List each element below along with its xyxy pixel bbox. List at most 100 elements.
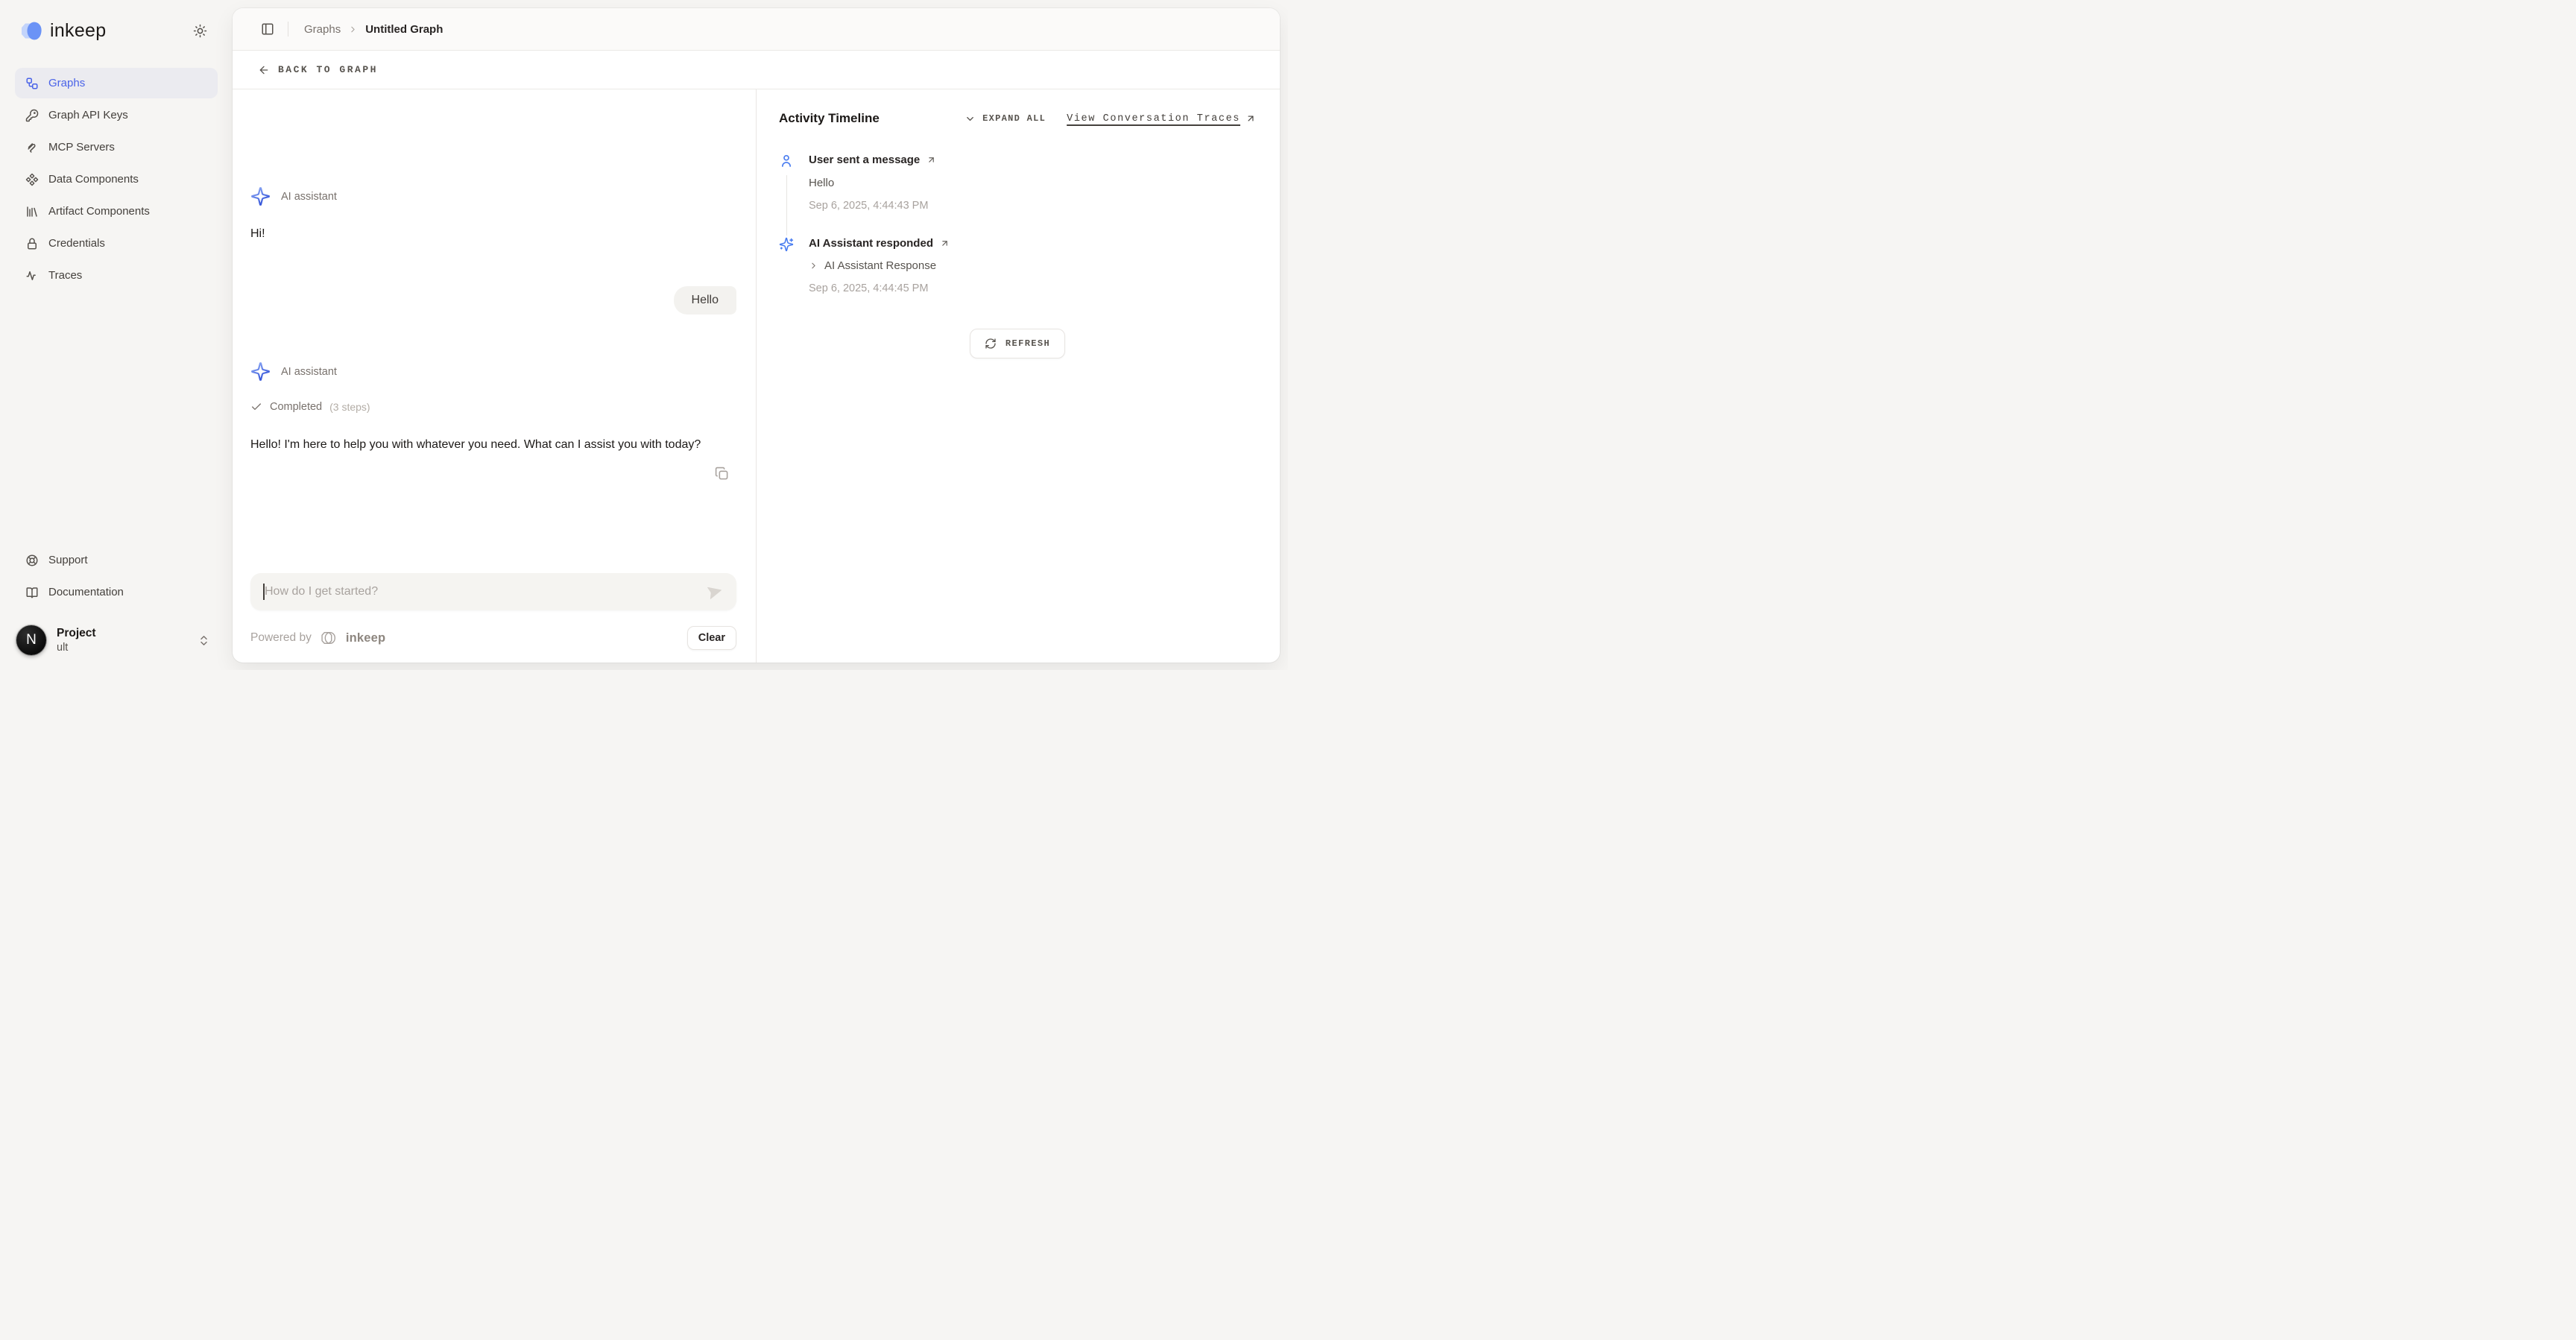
brand-wordmark: inkeep <box>50 20 106 42</box>
component-icon <box>25 173 39 186</box>
inkeep-hex-icon <box>319 630 338 646</box>
sidebar: inkeep Graphs Graph API Keys MCP Servers <box>0 0 233 670</box>
refresh-button[interactable]: REFRESH <box>970 329 1065 358</box>
arrow-up-right-icon <box>926 155 936 165</box>
send-icon <box>705 582 725 602</box>
sidebar-item-label: MCP Servers <box>48 141 115 154</box>
chevron-right-icon <box>348 25 358 34</box>
mcp-icon <box>25 141 39 154</box>
entry-body-text: Hello <box>809 177 1256 189</box>
inkeep-logo-icon <box>19 20 43 42</box>
sidebar-item-graphs[interactable]: Graphs <box>15 68 218 98</box>
sidebar-item-traces[interactable]: Traces <box>15 260 218 291</box>
assistant-message-greeting: Hi! <box>250 224 736 244</box>
back-to-graph-label: BACK TO GRAPH <box>278 64 378 75</box>
sidebar-item-label: Traces <box>48 269 82 282</box>
powered-brand: inkeep <box>346 631 385 645</box>
timeline-entries: User sent a message Hello Sep 6, 2025, 4… <box>779 154 1256 320</box>
user-icon <box>779 154 794 168</box>
project-subtitle: ult <box>57 642 96 654</box>
sidebar-item-label: Artifact Components <box>48 205 150 218</box>
sidebar-item-label: Graph API Keys <box>48 109 128 121</box>
entry-body-text: AI Assistant Response <box>824 259 936 272</box>
app-window: inkeep Graphs Graph API Keys MCP Servers <box>0 0 1288 670</box>
breadcrumb-graphs-link[interactable]: Graphs <box>304 23 341 36</box>
sidebar-item-graph-api-keys[interactable]: Graph API Keys <box>15 100 218 130</box>
breadcrumb: Graphs Untitled Graph <box>304 23 443 36</box>
timeline-title: Activity Timeline <box>779 111 965 126</box>
sparkles-icon <box>250 186 271 206</box>
entry-title: User sent a message <box>809 154 920 166</box>
entry-timestamp: Sep 6, 2025, 4:44:45 PM <box>809 282 1256 294</box>
entry-timestamp: Sep 6, 2025, 4:44:43 PM <box>809 200 1256 212</box>
chevron-down-icon <box>965 113 976 124</box>
panel-left-icon <box>261 22 274 36</box>
sidebar-item-documentation[interactable]: Documentation <box>15 577 218 607</box>
key-icon <box>25 109 39 122</box>
inkeep-logo: inkeep <box>19 20 106 42</box>
breadcrumb-current[interactable]: Untitled Graph <box>365 23 443 36</box>
refresh-icon <box>985 338 997 350</box>
sidebar-item-label: Credentials <box>48 237 105 250</box>
activity-icon <box>25 269 39 282</box>
sidebar-item-label: Documentation <box>48 586 124 598</box>
text-caret <box>263 584 265 600</box>
refresh-label: REFRESH <box>1006 338 1050 349</box>
book-open-icon <box>25 586 39 599</box>
arrow-up-right-icon <box>1246 113 1256 124</box>
sidebar-item-support[interactable]: Support <box>15 545 218 575</box>
view-traces-label: View Conversation Traces <box>1067 113 1240 124</box>
user-message-bubble: Hello <box>674 286 736 315</box>
timeline-entry-assistant: AI Assistant responded AI Assistant Resp… <box>779 237 1256 320</box>
timeline-connector <box>786 175 787 236</box>
sidebar-item-label: Data Components <box>48 173 139 186</box>
theme-toggle-button[interactable] <box>189 19 212 42</box>
sidebar-toggle-button[interactable] <box>258 19 277 39</box>
project-selector[interactable]: N Project ult <box>15 621 218 660</box>
send-button[interactable] <box>705 582 724 601</box>
avatar-letter: N <box>26 632 37 648</box>
completion-status[interactable]: Completed (3 steps) <box>250 401 736 413</box>
assistant-label: AI assistant <box>281 191 337 203</box>
composer-area: Powered by inkeep Clear <box>250 573 736 650</box>
copy-button[interactable] <box>713 465 730 482</box>
arrow-left-icon <box>258 64 270 76</box>
lock-icon <box>25 237 39 250</box>
check-icon <box>250 401 262 413</box>
chat-input[interactable] <box>250 573 736 610</box>
main-card: Graphs Untitled Graph BACK TO GRAPH <box>233 8 1280 663</box>
timeline-entry-title-link[interactable]: AI Assistant responded <box>809 237 1256 250</box>
project-name: Project <box>57 627 96 640</box>
sidebar-item-artifact-components[interactable]: Artifact Components <box>15 196 218 227</box>
clear-button[interactable]: Clear <box>687 626 736 650</box>
sidebar-nav: Graphs Graph API Keys MCP Servers Data C… <box>15 68 218 291</box>
life-buoy-icon <box>25 554 39 567</box>
timeline-entry-title-link[interactable]: User sent a message <box>809 154 1256 166</box>
assistant-header: AI assistant <box>250 186 736 206</box>
sidebar-item-mcp-servers[interactable]: MCP Servers <box>15 132 218 162</box>
chat-input-container <box>250 573 736 610</box>
powered-by-inkeep-link[interactable]: Powered by inkeep <box>250 630 385 646</box>
sidebar-item-credentials[interactable]: Credentials <box>15 228 218 259</box>
nextjs-dev-overlay-badge[interactable]: N <box>16 625 46 655</box>
timeline-header: Activity Timeline EXPAND ALL View Conver… <box>779 111 1256 126</box>
expand-all-button[interactable]: EXPAND ALL <box>965 113 1046 124</box>
back-to-graph-button[interactable]: BACK TO GRAPH <box>258 64 378 76</box>
sun-icon <box>193 24 207 38</box>
workflow-icon <box>25 77 39 90</box>
sidebar-footer-nav: Support Documentation <box>15 545 218 607</box>
entry-title: AI Assistant responded <box>809 237 933 250</box>
view-conversation-traces-link[interactable]: View Conversation Traces <box>1067 113 1256 124</box>
chevrons-up-down-icon <box>198 634 210 647</box>
ai-response-expander[interactable]: AI Assistant Response <box>809 259 1256 272</box>
sidebar-item-label: Support <box>48 554 88 566</box>
sidebar-item-data-components[interactable]: Data Components <box>15 164 218 195</box>
chevron-right-icon <box>809 261 818 271</box>
status-steps: (3 steps) <box>329 401 370 413</box>
arrow-up-right-icon <box>940 238 950 248</box>
assistant-message-answer: Hello! I'm here to help you with whateve… <box>250 435 736 455</box>
top-bar: Graphs Untitled Graph <box>233 8 1280 51</box>
powered-by-label: Powered by <box>250 631 312 645</box>
sparkles-icon <box>779 237 794 252</box>
chat-panel: AI assistant Hi! Hello AI assistant <box>233 89 756 663</box>
